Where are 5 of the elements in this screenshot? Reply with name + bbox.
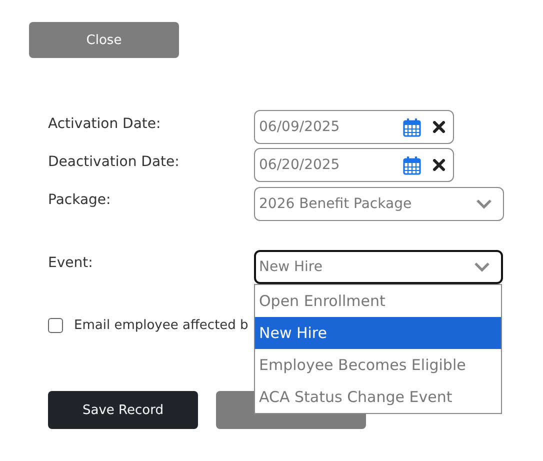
field-label: Package:: [48, 191, 112, 208]
field-label: Activation Date:: [48, 115, 162, 132]
field-label: Event:: [48, 254, 94, 271]
checkbox-label: Email employee affected b: [74, 318, 248, 333]
field-label: Deactivation Date:: [48, 153, 180, 170]
